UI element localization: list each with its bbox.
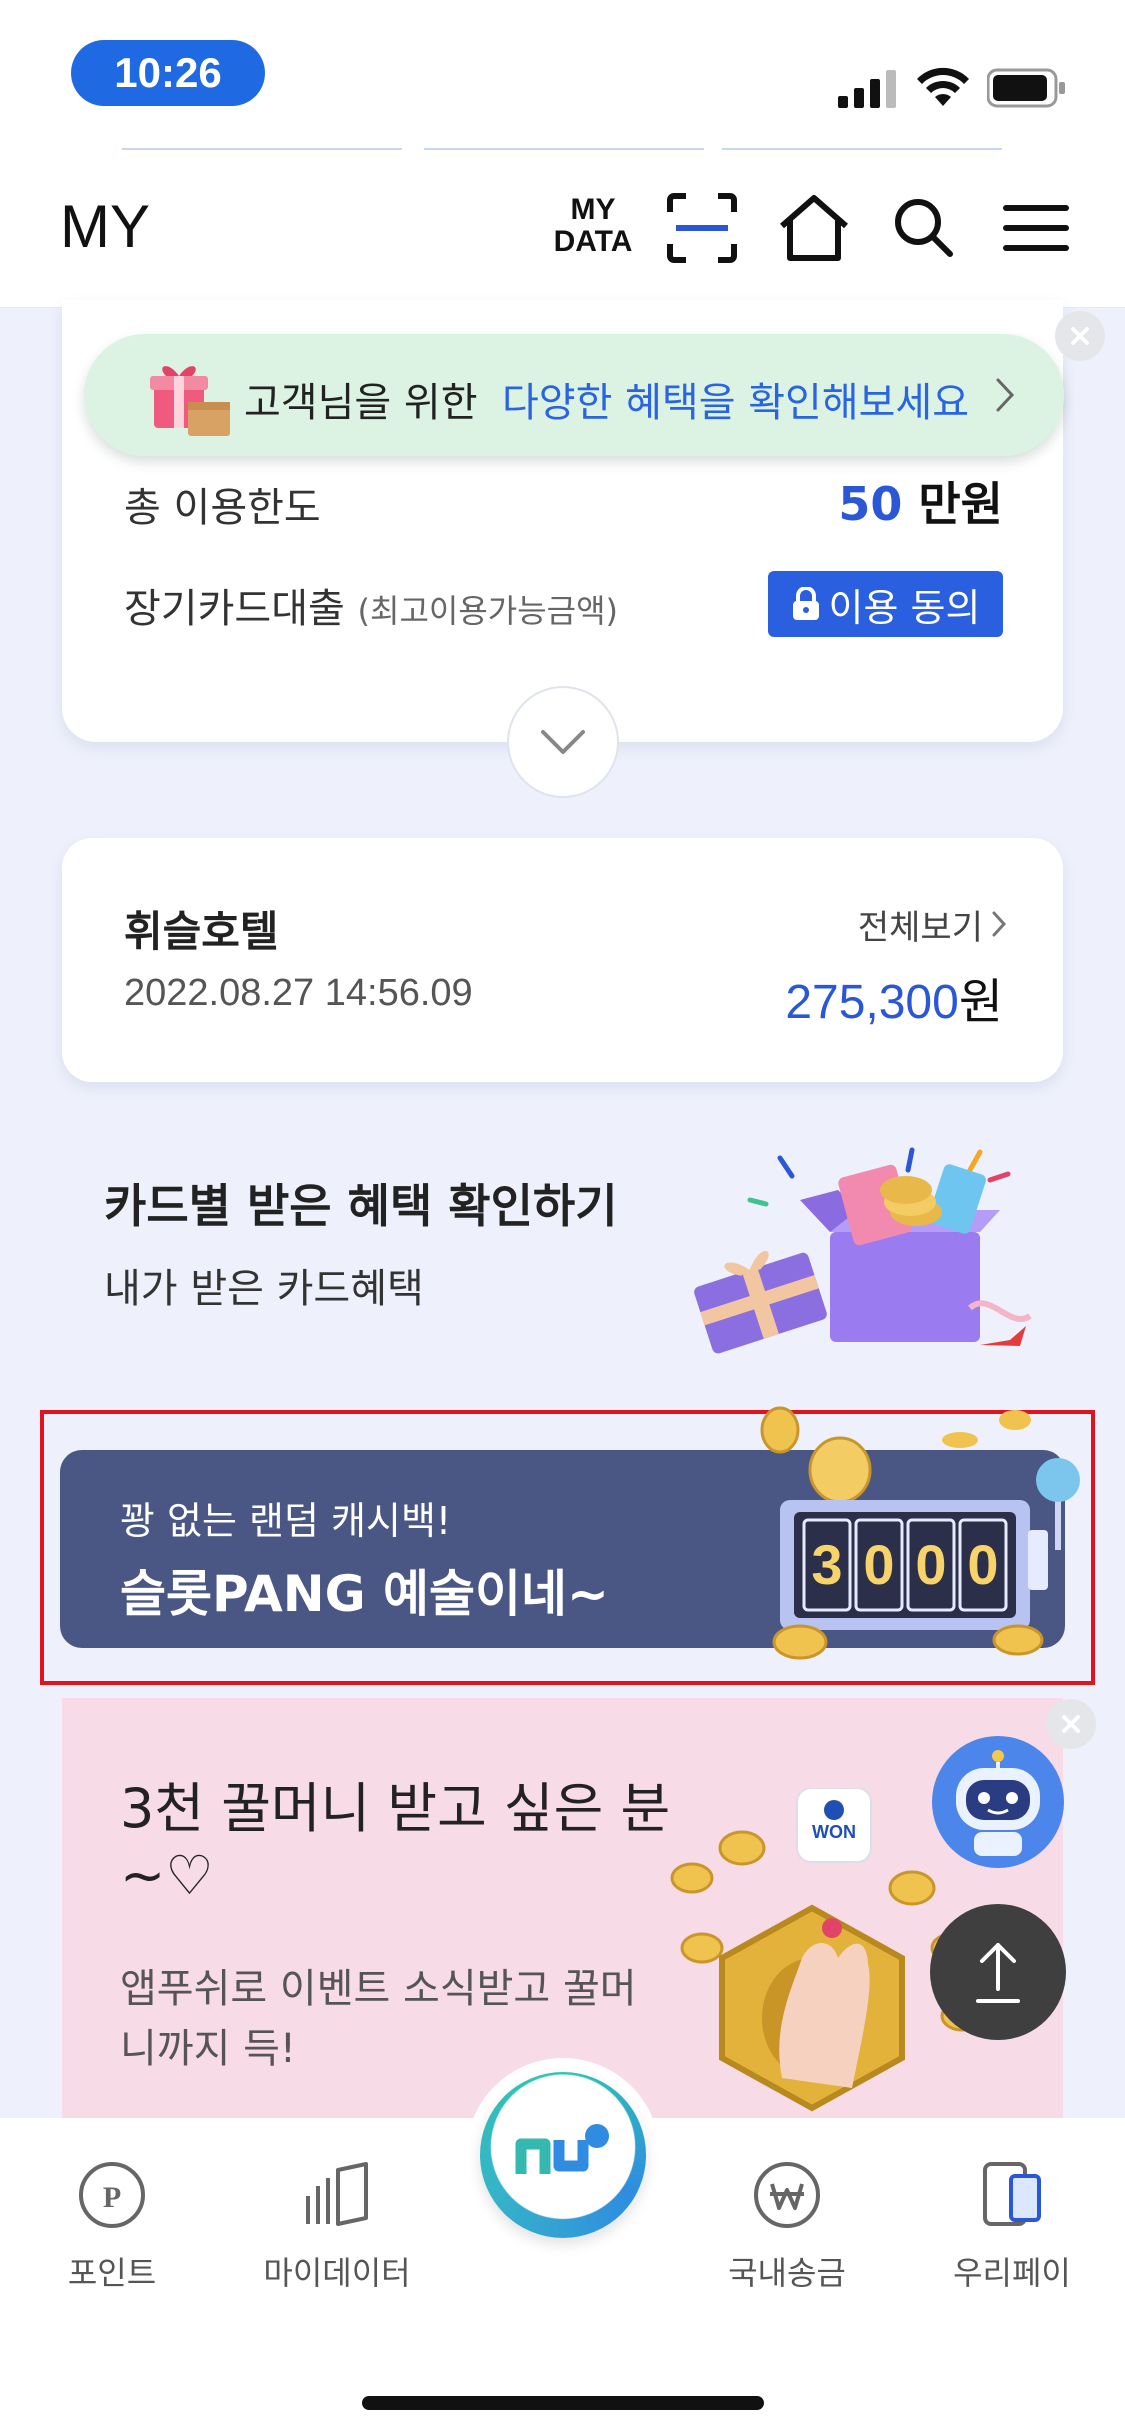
total-limit-unit: 만원: [902, 477, 1003, 531]
chevron-right-icon: [996, 378, 1015, 412]
long-term-loan-text: 장기카드대출: [124, 586, 345, 632]
slot-digit: 0: [967, 1533, 998, 1596]
mydata-button[interactable]: MY DATA: [548, 194, 638, 264]
mydata-label-line2: DATA: [553, 225, 633, 258]
benefit-lead-text: 고객님을 위한: [244, 380, 478, 426]
nav-item-point[interactable]: P 포인트: [22, 2158, 202, 2294]
gift-icon: [150, 366, 230, 436]
promo-title-line2: ~♡: [120, 1844, 214, 1907]
chatbot-robot-icon[interactable]: [928, 1732, 1068, 1872]
long-term-loan-label: 장기카드대출 (최고이용가능금액): [124, 576, 618, 634]
slot-banner-title: 슬롯PANG 예술이네~: [120, 1565, 609, 1623]
promo-title-line1: 3천 꿀머니 받고 싶은 분: [120, 1777, 671, 1840]
promo-desc-line2: 니까지 득!: [120, 2026, 296, 2072]
nav-item-mydata[interactable]: 마이데이터: [247, 2158, 427, 2294]
benefit-check-subtitle: 내가 받은 카드혜택: [104, 1266, 424, 1312]
agree-button-label: 이용 동의: [828, 585, 981, 630]
app-logo-icon: [515, 2124, 609, 2174]
transaction-amount: 275,300원: [785, 962, 1003, 1032]
expand-button[interactable]: [507, 686, 619, 798]
benefit-check-title[interactable]: 카드별 받은 혜택 확인하기: [104, 1170, 618, 1236]
transaction-datetime: 2022.08.27 14:56.09: [124, 972, 473, 1014]
total-limit-value: 50 만원: [838, 468, 1003, 534]
point-icon: P: [79, 2162, 145, 2228]
menu-icon[interactable]: [998, 190, 1074, 266]
nav-label: 국내송금: [728, 2254, 846, 2292]
chevron-down-icon: [541, 730, 585, 754]
slot-machine-illustration: 3 0 0 0: [760, 1406, 1080, 1660]
close-icon: [1071, 327, 1089, 345]
total-limit-number: 50: [838, 477, 903, 531]
center-home-button[interactable]: [466, 2058, 660, 2252]
app-logo-button[interactable]: [480, 2072, 646, 2238]
slot-banner-subtitle: 꽝 없는 랜덤 캐시백!: [120, 1499, 452, 1543]
long-term-loan-subtext: (최고이용가능금액): [357, 592, 619, 630]
transaction-currency: 원: [958, 974, 1003, 1030]
page-title: MY: [60, 193, 150, 260]
recent-transaction-card[interactable]: 휘슬호텔 2022.08.27 14:56.09 전체보기 275,300원: [62, 838, 1063, 1082]
chevron-right-icon: [992, 911, 1007, 937]
transfer-icon: [754, 2162, 820, 2228]
mydata-label-line1: MY: [570, 193, 616, 226]
won-badge-label: WON: [812, 1822, 856, 1842]
nav-label: 우리페이: [953, 2254, 1071, 2292]
benefit-highlight-text: 다양한 혜택을 확인해보세요: [502, 380, 970, 426]
arrow-up-icon: [976, 1943, 1020, 2003]
mydata-icon: [306, 2162, 368, 2226]
status-bar: 10:26: [0, 0, 1125, 150]
view-all-link[interactable]: 전체보기: [858, 900, 983, 949]
slot-digit: 3: [811, 1533, 842, 1596]
gift-box-illustration: [694, 1147, 1032, 1354]
app-header: MY MY DATA: [0, 150, 1125, 308]
scroll-to-top-button[interactable]: [930, 1904, 1066, 2040]
home-indicator: [362, 2396, 764, 2410]
svg-text:P: P: [103, 2181, 121, 2214]
nav-label: 마이데이터: [263, 2254, 411, 2292]
slot-digit: 0: [863, 1533, 894, 1596]
battery-icon: [987, 68, 1065, 108]
scan-icon[interactable]: [664, 190, 740, 266]
total-limit-label: 총 이용한도: [124, 485, 321, 531]
close-banner-button[interactable]: [1055, 311, 1105, 361]
transaction-amount-number: 275,300: [785, 976, 959, 1029]
nav-item-transfer[interactable]: 국내송금: [697, 2158, 877, 2294]
lock-icon: [792, 587, 819, 620]
nav-label: 포인트: [67, 2254, 157, 2292]
wifi-icon: [917, 67, 969, 106]
promo-card[interactable]: 3천 꿀머니 받고 싶은 분 ~♡ 앱푸쉬로 이벤트 소식받고 꿀머 니까지 득…: [62, 1698, 1063, 2118]
status-time: 10:26: [71, 40, 265, 106]
nav-item-pay[interactable]: 우리페이: [922, 2158, 1102, 2294]
slot-digit: 0: [915, 1533, 946, 1596]
home-icon[interactable]: [776, 190, 852, 266]
promo-desc-line1: 앱푸쉬로 이벤트 소식받고 꿀머: [120, 1966, 637, 2012]
cellular-signal-icon: [838, 70, 896, 108]
search-icon[interactable]: [886, 190, 962, 266]
slot-pang-banner[interactable]: 꽝 없는 랜덤 캐시백! 슬롯PANG 예술이네~ 3 0 0 0: [60, 1406, 1080, 1660]
merchant-name: 휘슬호텔: [124, 907, 279, 956]
agree-button[interactable]: 이용 동의: [768, 571, 1003, 637]
benefit-notice-banner[interactable]: 고객님을 위한 다양한 혜택을 확인해보세요: [84, 334, 1064, 456]
pay-icon: [983, 2162, 1041, 2226]
